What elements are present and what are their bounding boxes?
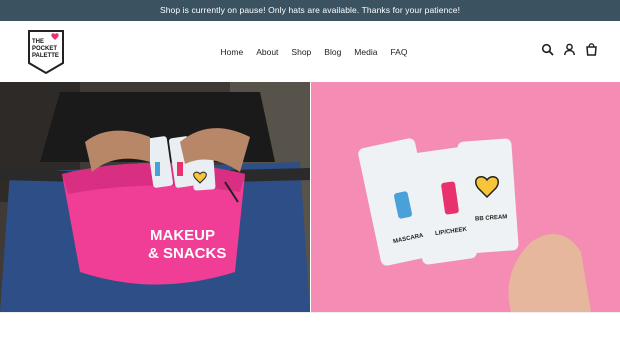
nav-home[interactable]: Home [221,47,244,57]
nav-faq[interactable]: FAQ [390,47,407,57]
hero-image-fanny-pack[interactable]: MAKEUP & SNACKS [0,82,310,312]
site-header: THE POCKET PALETTE Home About Shop Blog … [0,21,620,83]
account-icon[interactable] [563,43,576,56]
hero-banner: MAKEUP & SNACKS MASCARA LIP/CHEEK BB CRE… [0,82,620,312]
announcement-text: Shop is currently on pause! Only hats ar… [159,5,461,15]
bag-text-line-2: & SNACKS [148,245,226,262]
announcement-bar: Shop is currently on pause! Only hats ar… [0,0,620,21]
nav-media[interactable]: Media [354,47,377,57]
cart-icon[interactable] [585,43,598,56]
nav-blog[interactable]: Blog [324,47,341,57]
page-section-below-hero [0,312,620,344]
main-nav: Home About Shop Blog Media FAQ [0,21,620,82]
bag-text-line-1: MAKEUP [150,227,215,244]
search-icon[interactable] [541,43,554,56]
hero-image-packets[interactable]: MASCARA LIP/CHEEK BB CREAM [311,82,620,312]
nav-about[interactable]: About [256,47,278,57]
nav-shop[interactable]: Shop [291,47,311,57]
